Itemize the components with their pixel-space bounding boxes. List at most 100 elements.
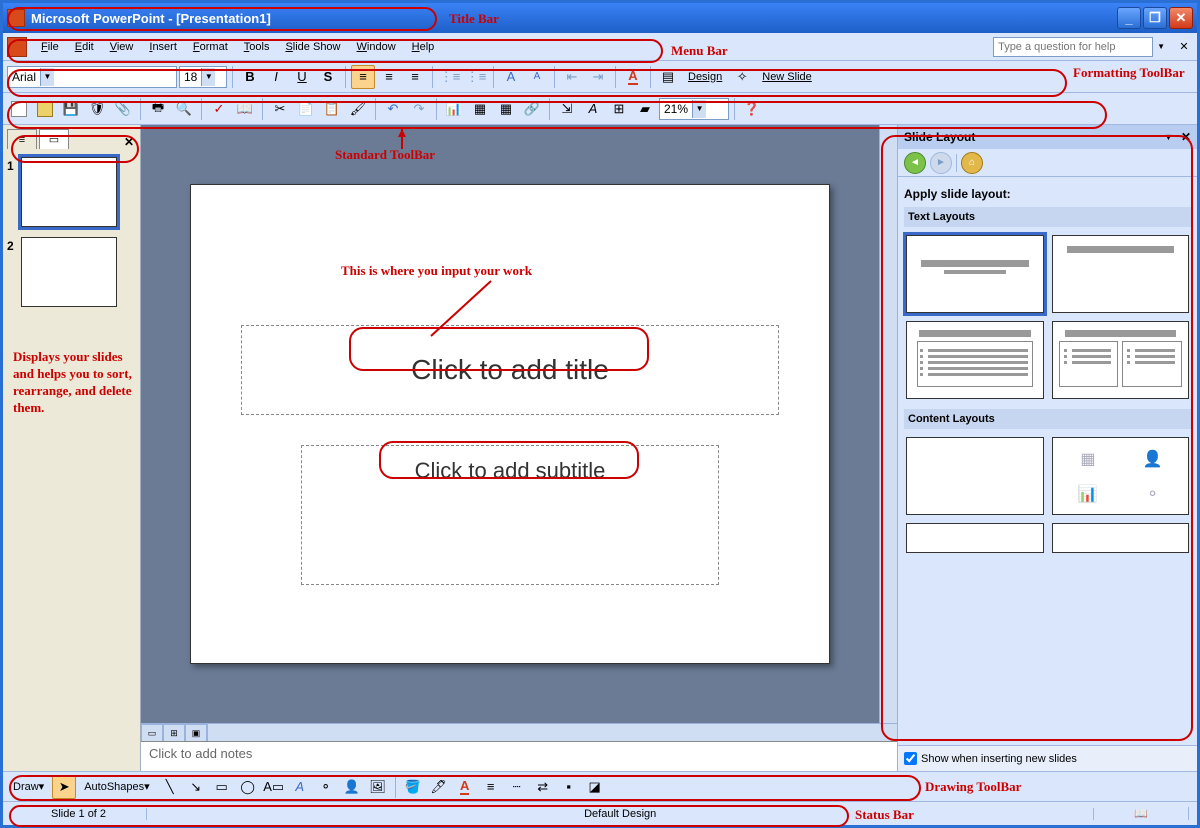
- permission-button[interactable]: 🛡: [85, 97, 109, 121]
- help-dropdown-icon[interactable]: ▼: [1157, 42, 1165, 51]
- menu-insert[interactable]: Insert: [141, 38, 185, 56]
- status-spelling-icon[interactable]: 📖: [1094, 807, 1189, 820]
- undo-button[interactable]: ↶: [381, 97, 405, 121]
- help-search-input[interactable]: [993, 37, 1153, 57]
- insert-chart-button[interactable]: 📊: [442, 97, 466, 121]
- close-button[interactable]: ✕: [1169, 7, 1193, 29]
- help-button[interactable]: ❓: [740, 97, 764, 121]
- save-button[interactable]: 💾: [59, 97, 83, 121]
- taskpane-forward-button[interactable]: ►: [930, 152, 952, 174]
- new-slide-icon[interactable]: ✧: [730, 65, 754, 89]
- redo-button[interactable]: ↷: [407, 97, 431, 121]
- show-formatting-button[interactable]: A: [581, 97, 605, 121]
- maximize-button[interactable]: ❐: [1143, 7, 1167, 29]
- increase-font-button[interactable]: A: [499, 65, 523, 89]
- dropdown-arrow-icon[interactable]: ▼: [201, 68, 215, 86]
- underline-button[interactable]: U: [290, 65, 314, 89]
- design-button-icon[interactable]: ▤: [656, 65, 680, 89]
- vertical-scrollbar[interactable]: [879, 125, 897, 723]
- menu-edit[interactable]: Edit: [67, 38, 102, 56]
- layout-content[interactable]: ▦ 👤 📊 ⚬: [1052, 437, 1190, 515]
- layout-blank[interactable]: [906, 437, 1044, 515]
- taskpane-home-button[interactable]: ⌂: [961, 152, 983, 174]
- oval-tool-button[interactable]: ◯: [236, 775, 260, 799]
- normal-view-button[interactable]: ▭: [141, 724, 163, 742]
- panel-close-button[interactable]: ✕: [124, 135, 134, 149]
- layout-title-text[interactable]: [906, 321, 1044, 399]
- taskpane-dropdown-icon[interactable]: ▼: [1164, 132, 1173, 142]
- layout-content-row2[interactable]: [1052, 523, 1190, 553]
- tables-borders-button[interactable]: ▦: [494, 97, 518, 121]
- taskpane-close-button[interactable]: ✕: [1181, 130, 1191, 144]
- open-file-button[interactable]: [33, 97, 57, 121]
- cut-button[interactable]: ✂: [268, 97, 292, 121]
- design-button[interactable]: Design: [682, 65, 728, 89]
- increase-indent-button[interactable]: ⇥: [586, 65, 610, 89]
- font-color-button-draw[interactable]: A: [453, 775, 477, 799]
- slide-thumbnail-2[interactable]: [21, 237, 117, 307]
- print-button[interactable]: 🖶: [146, 97, 170, 121]
- menu-slideshow[interactable]: Slide Show: [277, 38, 348, 56]
- notes-pane[interactable]: Click to add notes: [141, 741, 897, 771]
- draw-menu[interactable]: Draw ▾: [7, 775, 50, 799]
- dropdown-arrow-icon[interactable]: ▼: [692, 100, 706, 118]
- document-close-button[interactable]: ✕: [1175, 38, 1193, 56]
- bullet-list-button[interactable]: ⋮≡: [464, 65, 488, 89]
- new-file-button[interactable]: [7, 97, 31, 121]
- paste-button[interactable]: 📋: [320, 97, 344, 121]
- clipart-button[interactable]: 👤: [340, 775, 364, 799]
- color-grayscale-button[interactable]: ▰: [633, 97, 657, 121]
- menu-file[interactable]: File: [33, 38, 67, 56]
- format-painter-button[interactable]: 🖌: [346, 97, 370, 121]
- arrow-style-button[interactable]: ⇄: [531, 775, 555, 799]
- layout-title-slide[interactable]: [906, 235, 1044, 313]
- show-when-inserting-checkbox[interactable]: [904, 752, 917, 765]
- shadow-button[interactable]: S: [316, 65, 340, 89]
- research-button[interactable]: 📖: [233, 97, 257, 121]
- picture-button[interactable]: 🖼: [366, 775, 390, 799]
- slides-tab[interactable]: ▭: [39, 129, 69, 149]
- app-menu-icon[interactable]: [7, 37, 27, 57]
- slideshow-view-button[interactable]: ▣: [185, 724, 207, 742]
- slide-canvas[interactable]: Click to add title Click to add subtitle: [190, 184, 830, 664]
- menu-help[interactable]: Help: [404, 38, 443, 56]
- shadow-style-button[interactable]: ▪: [557, 775, 581, 799]
- bold-button[interactable]: B: [238, 65, 262, 89]
- align-left-button[interactable]: ≡: [351, 65, 375, 89]
- outline-tab[interactable]: ≡: [7, 129, 37, 149]
- dash-style-button[interactable]: ┈: [505, 775, 529, 799]
- minimize-button[interactable]: _: [1117, 7, 1141, 29]
- new-slide-button[interactable]: New Slide: [756, 65, 818, 89]
- line-tool-button[interactable]: ╲: [158, 775, 182, 799]
- slide-thumbnail-1[interactable]: [21, 157, 117, 227]
- horizontal-scrollbar[interactable]: [208, 724, 897, 741]
- align-center-button[interactable]: ≡: [377, 65, 401, 89]
- rectangle-tool-button[interactable]: ▭: [210, 775, 234, 799]
- email-button[interactable]: 📎: [111, 97, 135, 121]
- layout-title-only[interactable]: [1052, 235, 1190, 313]
- numbered-list-button[interactable]: ⋮≡: [438, 65, 462, 89]
- arrow-tool-button[interactable]: ↘: [184, 775, 208, 799]
- select-objects-button[interactable]: ➤: [52, 775, 76, 799]
- line-color-button[interactable]: 🖊: [427, 775, 451, 799]
- zoom-combo[interactable]: 21% ▼: [659, 98, 729, 120]
- wordart-button[interactable]: A: [288, 775, 312, 799]
- font-size-combo[interactable]: 18 ▼: [179, 66, 227, 88]
- font-name-combo[interactable]: Arial ▼: [7, 66, 177, 88]
- print-preview-button[interactable]: 🔍: [172, 97, 196, 121]
- taskpane-back-button[interactable]: ◄: [904, 152, 926, 174]
- insert-table-button[interactable]: ▦: [468, 97, 492, 121]
- italic-button[interactable]: I: [264, 65, 288, 89]
- spelling-button[interactable]: ✓: [207, 97, 231, 121]
- textbox-button[interactable]: A▭: [262, 775, 286, 799]
- sorter-view-button[interactable]: ⊞: [163, 724, 185, 742]
- layout-content-row[interactable]: [906, 523, 1044, 553]
- title-placeholder[interactable]: Click to add title: [241, 325, 779, 415]
- decrease-indent-button[interactable]: ⇤: [560, 65, 584, 89]
- copy-button[interactable]: 📄: [294, 97, 318, 121]
- autoshapes-menu[interactable]: AutoShapes ▾: [78, 775, 155, 799]
- help-search[interactable]: [993, 37, 1153, 57]
- subtitle-placeholder[interactable]: Click to add subtitle: [301, 445, 719, 585]
- layout-title-two-text[interactable]: [1052, 321, 1190, 399]
- menu-format[interactable]: Format: [185, 38, 236, 56]
